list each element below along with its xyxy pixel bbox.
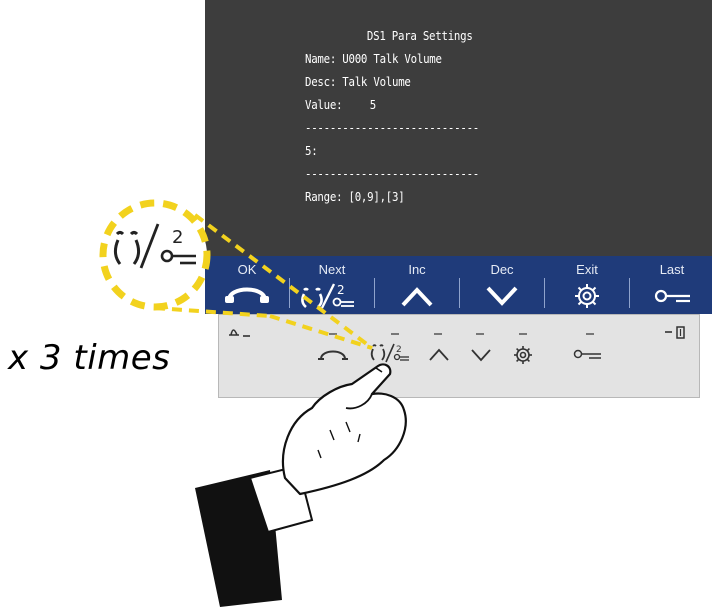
connector-line: [154, 306, 271, 318]
callout-overlay: 2: [99, 199, 407, 607]
connector-line: [193, 213, 374, 350]
callout-number: 2: [172, 227, 183, 248]
connector-line: [269, 314, 373, 350]
pointing-hand-icon: [195, 363, 407, 607]
